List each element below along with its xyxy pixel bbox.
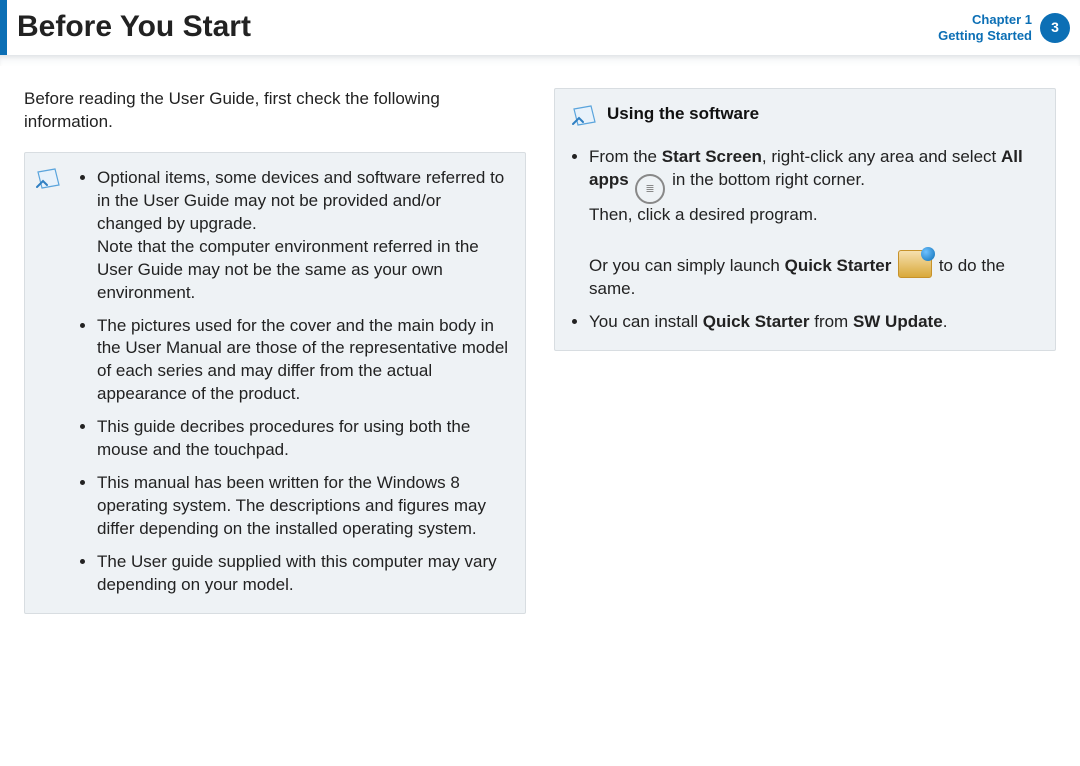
bold-text: SW Update [853, 312, 943, 331]
intro-text: Before reading the User Guide, first che… [24, 88, 526, 134]
list-item: The pictures used for the cover and the … [97, 315, 509, 407]
page-title: Before You Start [17, 7, 251, 48]
text: . [943, 312, 948, 331]
quick-starter-icon [898, 250, 932, 278]
text: Then, click a desired program. [589, 205, 818, 224]
page-number-badge: 3 [1040, 13, 1070, 43]
header-divider [0, 55, 1080, 66]
text: , right-click any area and select [762, 147, 1001, 166]
note-text: This manual has been written for the Win… [97, 473, 486, 538]
title-block: Before You Start [0, 0, 251, 55]
chapter-line-2: Getting Started [938, 28, 1032, 44]
note-text: This guide decribes procedures for using… [97, 417, 470, 459]
callout-title: Using the software [607, 103, 759, 126]
notes-list: Optional items, some devices and softwar… [79, 167, 509, 597]
all-apps-icon: ≣ [635, 174, 665, 204]
text: You can install [589, 312, 703, 331]
left-column: Before reading the User Guide, first che… [24, 88, 526, 614]
bold-text: Start Screen [662, 147, 762, 166]
chapter-line-1: Chapter 1 [938, 12, 1032, 28]
note-text: The pictures used for the cover and the … [97, 316, 508, 404]
right-column: Using the software From the Start Screen… [554, 88, 1056, 614]
notes-callout: Optional items, some devices and softwar… [24, 152, 526, 614]
note-icon [571, 104, 599, 135]
callout-head: Using the software [571, 103, 1039, 136]
header-accent-bar [0, 0, 7, 55]
text: Or you can simply launch [589, 256, 785, 275]
software-list: From the Start Screen, right-click any a… [571, 146, 1039, 334]
text: From the [589, 147, 662, 166]
note-text: Note that the computer environment refer… [97, 237, 479, 302]
note-icon [35, 167, 63, 198]
list-item: This guide decribes procedures for using… [97, 416, 509, 462]
bold-text: Quick Starter [703, 312, 810, 331]
content-columns: Before reading the User Guide, first che… [0, 66, 1080, 614]
software-callout: Using the software From the Start Screen… [554, 88, 1056, 351]
chapter-info: Chapter 1 Getting Started 3 [938, 0, 1080, 55]
chapter-text: Chapter 1 Getting Started [938, 12, 1032, 43]
list-item: Optional items, some devices and softwar… [97, 167, 509, 305]
list-item: The User guide supplied with this comput… [97, 551, 509, 597]
bold-text: Quick Starter [785, 256, 892, 275]
list-item: From the Start Screen, right-click any a… [589, 146, 1039, 301]
text: from [810, 312, 853, 331]
list-item: This manual has been written for the Win… [97, 472, 509, 541]
note-text: Optional items, some devices and softwar… [97, 168, 504, 233]
note-text: The User guide supplied with this comput… [97, 552, 497, 594]
page-header: Before You Start Chapter 1 Getting Start… [0, 0, 1080, 55]
text: in the bottom right corner. [667, 170, 865, 189]
list-item: You can install Quick Starter from SW Up… [589, 311, 1039, 334]
